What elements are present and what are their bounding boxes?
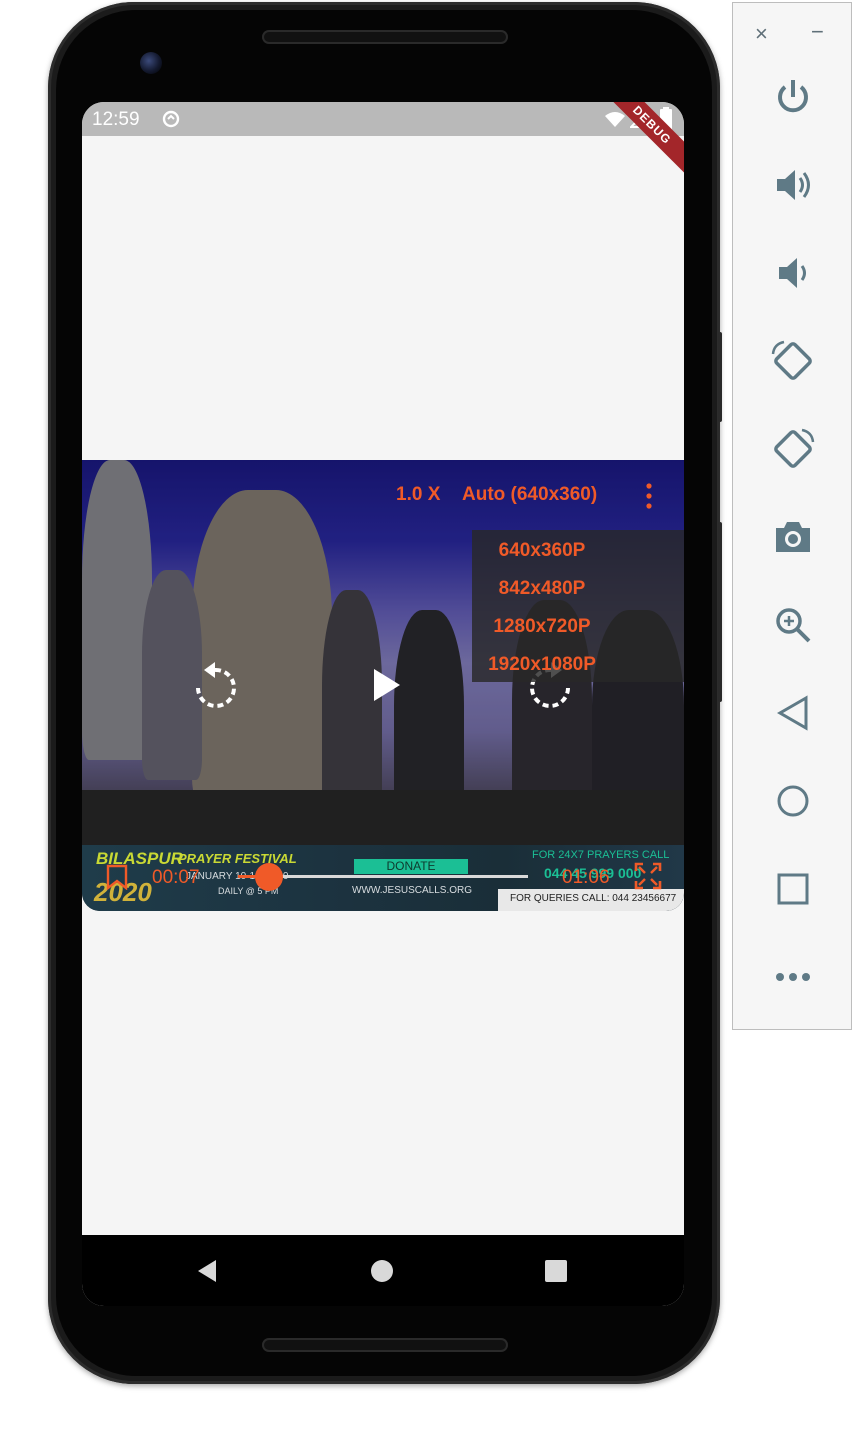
bookmark-icon[interactable]	[106, 864, 128, 890]
nav-back-icon[interactable]	[196, 1259, 218, 1283]
overview-icon	[777, 873, 809, 905]
rotate-left-button[interactable]	[761, 331, 825, 391]
volume-down-button[interactable]	[761, 243, 825, 303]
more-button[interactable]	[761, 947, 825, 1007]
power-icon	[778, 80, 808, 113]
front-camera	[140, 52, 162, 74]
quality-option-360[interactable]: 640x360P	[472, 540, 612, 562]
power-button[interactable]	[761, 67, 825, 127]
seek-bar-thumb[interactable]	[255, 863, 283, 891]
close-icon[interactable]: ×	[755, 21, 768, 47]
playback-speed-button[interactable]: 1.0 X	[396, 484, 440, 506]
more-vert-icon[interactable]	[642, 482, 656, 510]
zoom-button[interactable]	[761, 595, 825, 655]
video-player[interactable]: BILASPUR PRAYER FESTIVAL 2020 JANUARY 10…	[82, 460, 684, 911]
duration-time: 01:06	[562, 867, 610, 888]
wifi-icon	[605, 112, 625, 127]
status-bar: 12:59 DEBUG	[82, 102, 684, 183]
rotate-right-icon	[774, 428, 815, 468]
camera-icon	[776, 522, 810, 552]
current-time: 00:07	[152, 867, 200, 888]
volume-up-icon	[777, 170, 810, 200]
quality-option-480[interactable]: 842x480P	[472, 578, 612, 600]
status-time: 12:59	[92, 109, 140, 130]
more-horiz-icon	[776, 973, 810, 981]
navigation-bar	[82, 1235, 684, 1306]
quality-option-720[interactable]: 1280x720P	[472, 616, 612, 638]
volume-down-icon	[779, 258, 806, 288]
home-button[interactable]	[761, 771, 825, 831]
screenshot-button[interactable]	[761, 507, 825, 567]
quality-button[interactable]: Auto (640x360)	[462, 484, 597, 506]
volume-rocker	[718, 522, 722, 702]
banner-title-right: PRAYER FESTIVAL	[178, 851, 297, 866]
play-icon[interactable]	[372, 667, 402, 703]
back-button[interactable]	[761, 683, 825, 743]
side-button	[718, 332, 722, 422]
top-speaker	[262, 30, 508, 44]
banner-queries-bg: FOR QUERIES CALL: 044 23456677	[498, 889, 684, 911]
nav-overview-icon[interactable]	[544, 1259, 568, 1283]
zoom-icon	[776, 608, 811, 643]
home-icon	[777, 785, 809, 817]
rotate-right-button[interactable]	[761, 419, 825, 479]
overview-button[interactable]	[761, 859, 825, 919]
rewind-icon[interactable]	[192, 660, 238, 710]
minimize-icon[interactable]: −	[811, 19, 824, 45]
banner-website: WWW.JESUSCALLS.ORG	[352, 885, 473, 896]
quality-menu: 640x360P 842x480P 1280x720P 1920x1080P	[472, 530, 684, 682]
nav-home-icon[interactable]	[370, 1259, 394, 1283]
quality-option-1080[interactable]: 1920x1080P	[472, 654, 612, 676]
fullscreen-icon[interactable]	[634, 862, 662, 890]
emulator-toolbar: × −	[732, 2, 852, 1030]
banner-queries: FOR QUERIES CALL: 044 23456677	[510, 893, 677, 904]
banner-prayer-call: FOR 24X7 PRAYERS CALL	[532, 849, 670, 861]
volume-up-button[interactable]	[761, 155, 825, 215]
sync-status-icon	[162, 110, 180, 128]
device-screen: 12:59 DEBUG BILASPUR PRAYER FESTIVAL 202…	[82, 102, 684, 1306]
back-icon	[776, 695, 808, 731]
rotate-left-icon	[771, 340, 812, 380]
bottom-speaker	[262, 1338, 508, 1352]
banner-donate: DONATE	[354, 859, 468, 874]
